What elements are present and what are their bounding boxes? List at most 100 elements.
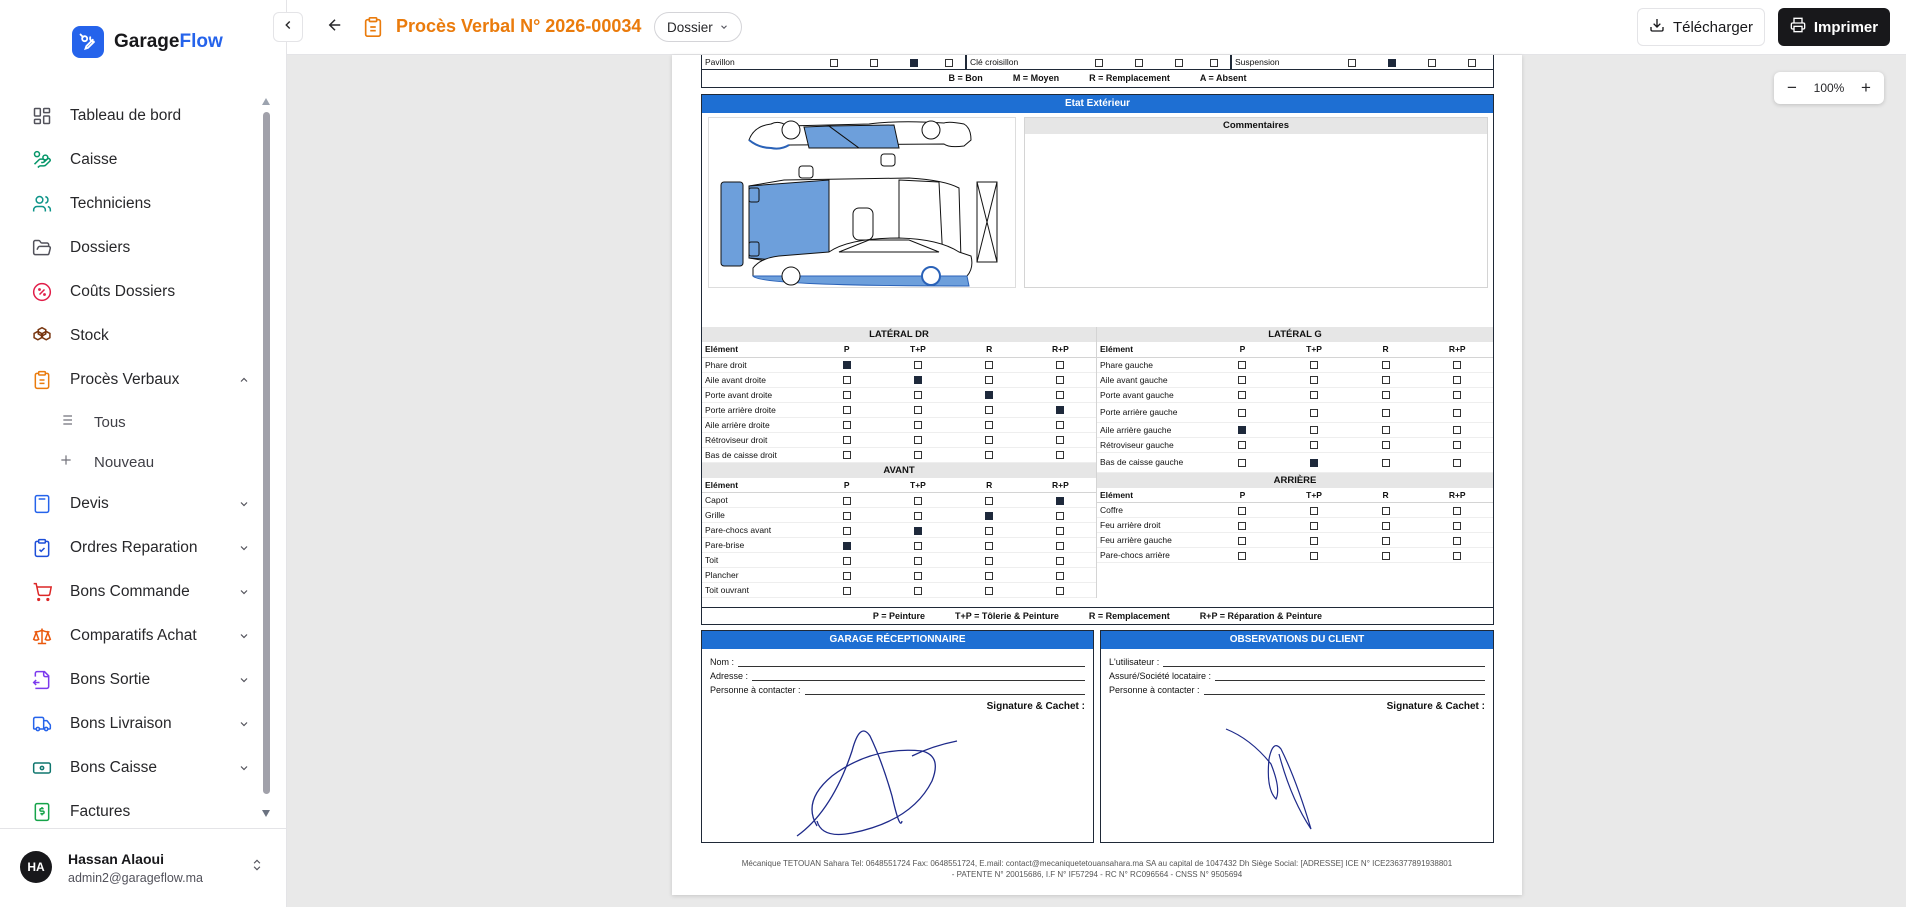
checkbox[interactable] (1056, 571, 1065, 580)
checkbox[interactable] (842, 451, 851, 460)
sidebar-item-bons-caisse[interactable]: Bons Caisse (20, 746, 260, 790)
checkbox[interactable] (1056, 406, 1065, 415)
checkbox[interactable] (1238, 441, 1247, 450)
checkbox[interactable] (1238, 376, 1247, 385)
checkbox[interactable] (1381, 361, 1390, 370)
garage-field-contact[interactable]: Personne à contacter : (710, 681, 1085, 695)
checkbox[interactable] (1238, 506, 1247, 515)
checkbox[interactable] (1056, 436, 1065, 445)
sidebar-item-bons-commande[interactable]: Bons Commande (20, 570, 260, 614)
checkbox[interactable] (1056, 361, 1065, 370)
checkbox[interactable] (1056, 451, 1065, 460)
checkbox[interactable] (985, 526, 994, 535)
checkbox[interactable] (913, 496, 922, 505)
checkbox[interactable] (1238, 361, 1247, 370)
checkbox[interactable] (985, 436, 994, 445)
checkbox[interactable] (842, 511, 851, 520)
checkbox[interactable] (842, 376, 851, 385)
checkbox[interactable] (1310, 361, 1319, 370)
checkbox[interactable] (985, 556, 994, 565)
dossier-dropdown[interactable]: Dossier (654, 12, 742, 42)
checkbox[interactable] (1453, 551, 1462, 560)
checkbox[interactable] (1381, 551, 1390, 560)
checkbox[interactable] (1381, 408, 1390, 417)
checkbox[interactable] (985, 376, 994, 385)
checkbox[interactable] (842, 361, 851, 370)
checkbox[interactable] (1056, 511, 1065, 520)
checkbox[interactable] (1381, 441, 1390, 450)
sidebar-item-caisse[interactable]: Caisse (20, 138, 260, 182)
checkbox[interactable] (985, 496, 994, 505)
sidebar-item-comparatifs-achat[interactable]: Comparatifs Achat (20, 614, 260, 658)
checkbox[interactable] (842, 391, 851, 400)
checkbox[interactable] (985, 421, 994, 430)
checkbox[interactable] (1453, 521, 1462, 530)
checkbox[interactable] (1310, 458, 1319, 467)
checkbox[interactable] (1453, 536, 1462, 545)
checkbox[interactable] (913, 556, 922, 565)
checkbox[interactable] (842, 571, 851, 580)
checkbox[interactable] (1310, 521, 1319, 530)
checkbox[interactable] (1056, 421, 1065, 430)
checkbox[interactable] (913, 376, 922, 385)
checkbox[interactable] (1453, 426, 1462, 435)
checkbox[interactable] (842, 421, 851, 430)
checkbox[interactable] (842, 406, 851, 415)
checkbox[interactable] (913, 406, 922, 415)
checkbox[interactable] (913, 526, 922, 535)
checkbox[interactable] (1238, 536, 1247, 545)
checkbox[interactable] (985, 511, 994, 520)
checkbox[interactable] (1310, 536, 1319, 545)
checkbox[interactable] (1453, 391, 1462, 400)
checkbox[interactable] (1453, 408, 1462, 417)
checkbox[interactable] (1310, 441, 1319, 450)
checkbox[interactable] (985, 406, 994, 415)
checkbox[interactable] (1310, 426, 1319, 435)
checkbox[interactable] (985, 571, 994, 580)
back-button[interactable] (326, 16, 344, 39)
checkbox[interactable] (985, 391, 994, 400)
client-field-contact[interactable]: Personne à contacter : (1109, 681, 1485, 695)
sidebar-subitem-tous[interactable]: Tous (20, 402, 260, 442)
client-field-utilisateur[interactable]: L'utilisateur : (1109, 653, 1485, 667)
checkbox[interactable] (1453, 376, 1462, 385)
checkbox[interactable] (1453, 361, 1462, 370)
zoom-in-button[interactable]: + (1856, 78, 1876, 98)
checkbox[interactable] (842, 496, 851, 505)
checkbox[interactable] (913, 571, 922, 580)
checkbox[interactable] (842, 556, 851, 565)
checkbox[interactable] (1381, 391, 1390, 400)
checkbox[interactable] (913, 541, 922, 550)
comments-box[interactable]: Commentaires (1024, 117, 1488, 288)
sidebar-item-tableau-de-bord[interactable]: Tableau de bord (20, 94, 260, 138)
checkbox[interactable] (1381, 376, 1390, 385)
checkbox[interactable] (1056, 556, 1065, 565)
garage-field-adresse[interactable]: Adresse : (710, 667, 1085, 681)
checkbox[interactable] (1381, 506, 1390, 515)
checkbox[interactable] (1453, 506, 1462, 515)
sidebar-item-couts-dossiers[interactable]: Coûts Dossiers (20, 270, 260, 314)
checkbox[interactable] (913, 451, 922, 460)
zoom-out-button[interactable]: − (1782, 78, 1802, 98)
checkbox[interactable] (1238, 391, 1247, 400)
scroll-down-arrow[interactable] (262, 810, 270, 817)
checkbox[interactable] (1381, 426, 1390, 435)
checkbox[interactable] (1056, 376, 1065, 385)
sidebar-item-proces-verbaux[interactable]: Procès Verbaux (20, 358, 260, 402)
checkbox[interactable] (1056, 496, 1065, 505)
checkbox[interactable] (1310, 391, 1319, 400)
checkbox[interactable] (1056, 541, 1065, 550)
sidebar-item-ordres-reparation[interactable]: Ordres Reparation (20, 526, 260, 570)
checkbox[interactable] (1238, 521, 1247, 530)
checkbox[interactable] (1453, 458, 1462, 467)
checkbox[interactable] (913, 361, 922, 370)
checkbox[interactable] (1238, 551, 1247, 560)
checkbox[interactable] (842, 586, 851, 595)
sidebar-item-bons-sortie[interactable]: Bons Sortie (20, 658, 260, 702)
sidebar-item-stock[interactable]: Stock (20, 314, 260, 358)
collapse-sidebar-button[interactable] (273, 12, 303, 42)
checkbox[interactable] (1056, 391, 1065, 400)
scroll-up-arrow[interactable] (262, 98, 270, 105)
sidebar-item-factures[interactable]: Factures (20, 790, 260, 824)
checkbox[interactable] (1310, 551, 1319, 560)
